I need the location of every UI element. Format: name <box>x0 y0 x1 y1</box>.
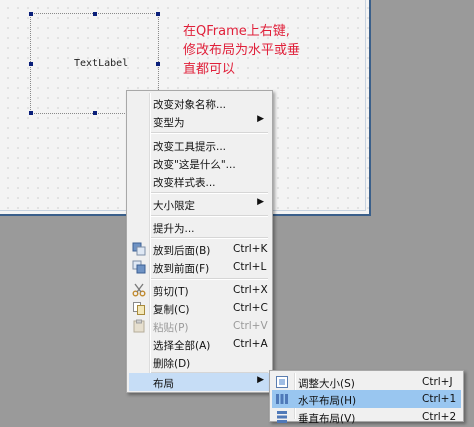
menu-item-label: 垂直布局(V) <box>298 413 356 425</box>
menu-item-shortcut: Ctrl+L <box>233 261 267 273</box>
menu-item-promote-to[interactable]: 提升为... <box>129 218 270 236</box>
menu-item-layout[interactable]: 布局 ▶ <box>129 373 270 391</box>
menu-item-vertical-layout[interactable]: 垂直布局(V) Ctrl+2 <box>272 408 461 426</box>
bring-to-front-icon <box>132 260 146 274</box>
menu-item-label: 剪切(T) <box>153 286 189 298</box>
menu-item-bring-to-front[interactable]: 放到前面(F) Ctrl+L <box>129 258 270 276</box>
menu-item-label: 改变"这是什么"... <box>153 159 236 171</box>
adjust-size-icon <box>275 375 289 389</box>
vertical-layout-icon <box>275 410 289 424</box>
menu-item-adjust-size[interactable]: 调整大小(S) Ctrl+J <box>272 373 461 391</box>
menu-item-shortcut: Ctrl+A <box>233 338 268 350</box>
submenu-arrow-icon: ▶ <box>257 375 264 385</box>
menu-separator <box>151 215 268 217</box>
resize-handle-bottom[interactable] <box>93 111 97 115</box>
resize-handle-right[interactable] <box>156 62 160 66</box>
menu-item-change-tooltip[interactable]: 改变工具提示... <box>129 136 270 154</box>
menu-item-label: 水平布局(H) <box>298 395 357 407</box>
resize-handle-top-left[interactable] <box>29 12 33 16</box>
resize-handle-bottom-left[interactable] <box>29 111 33 115</box>
menu-item-shortcut: Ctrl+1 <box>422 393 457 405</box>
menu-item-delete[interactable]: 删除(D) <box>129 353 270 371</box>
resize-handle-top[interactable] <box>93 12 97 16</box>
menu-item-cut[interactable]: 剪切(T) Ctrl+X <box>129 281 270 299</box>
menu-item-send-to-back[interactable]: 放到后面(B) Ctrl+K <box>129 240 270 258</box>
menu-item-label: 选择全部(A) <box>153 340 211 352</box>
menu-item-change-object-name[interactable]: 改变对象名称... <box>129 94 270 112</box>
menu-item-label: 复制(C) <box>153 304 190 316</box>
menu-item-label: 提升为... <box>153 223 195 235</box>
menu-item-label: 改变对象名称... <box>153 99 227 111</box>
copy-icon <box>132 301 146 315</box>
horizontal-layout-icon <box>275 392 289 406</box>
layout-submenu: 调整大小(S) Ctrl+J 水平布局(H) Ctrl+1 垂直布局(V) Ct… <box>269 370 464 425</box>
scissors-icon <box>132 283 146 297</box>
submenu-arrow-icon: ▶ <box>257 114 264 124</box>
send-to-back-icon <box>132 242 146 256</box>
menu-item-paste[interactable]: 粘贴(P) Ctrl+V <box>129 317 270 335</box>
menu-item-label: 布局 <box>153 378 174 390</box>
menu-item-select-all[interactable]: 选择全部(A) Ctrl+A <box>129 335 270 353</box>
menu-item-label: 粘贴(P) <box>153 322 189 334</box>
menu-item-shortcut: Ctrl+2 <box>422 411 457 423</box>
submenu-arrow-icon: ▶ <box>257 197 264 207</box>
menu-item-copy[interactable]: 复制(C) Ctrl+C <box>129 299 270 317</box>
menu-item-shortcut: Ctrl+J <box>422 376 453 388</box>
textlabel-widget[interactable]: TextLabel <box>74 58 128 69</box>
context-menu: 改变对象名称... 变型为 ▶ 改变工具提示... 改变"这是什么"... 改变… <box>126 90 273 393</box>
menu-item-label: 放到前面(F) <box>153 263 210 275</box>
menu-item-shortcut: Ctrl+C <box>233 302 268 314</box>
menu-item-change-whats-this[interactable]: 改变"这是什么"... <box>129 154 270 172</box>
resize-handle-top-right[interactable] <box>156 12 160 16</box>
menu-item-shortcut: Ctrl+V <box>233 320 268 332</box>
paste-icon <box>132 319 146 333</box>
menu-item-label: 改变样式表... <box>153 177 216 189</box>
menu-item-shortcut: Ctrl+X <box>233 284 268 296</box>
resize-handle-left[interactable] <box>29 62 33 66</box>
menu-item-label: 变型为 <box>153 117 185 129</box>
menu-item-label: 调整大小(S) <box>298 378 355 390</box>
menu-item-label: 大小限定 <box>153 200 195 212</box>
menu-item-label: 删除(D) <box>153 358 191 370</box>
menu-item-horizontal-layout[interactable]: 水平布局(H) Ctrl+1 <box>272 390 461 408</box>
menu-item-label: 改变工具提示... <box>153 141 227 153</box>
menu-separator <box>151 278 268 280</box>
menu-item-morph-into[interactable]: 变型为 ▶ <box>129 112 270 130</box>
menu-separator <box>151 192 268 194</box>
annotation-text: 在QFrame上右键, 修改布局为水平或垂 直都可以 <box>183 24 301 77</box>
menu-item-change-stylesheet[interactable]: 改变样式表... <box>129 172 270 190</box>
menu-separator <box>151 237 268 239</box>
menu-item-label: 放到后面(B) <box>153 245 211 257</box>
menu-item-size-constraints[interactable]: 大小限定 ▶ <box>129 195 270 213</box>
menu-item-shortcut: Ctrl+K <box>233 243 268 255</box>
menu-separator <box>151 132 268 134</box>
